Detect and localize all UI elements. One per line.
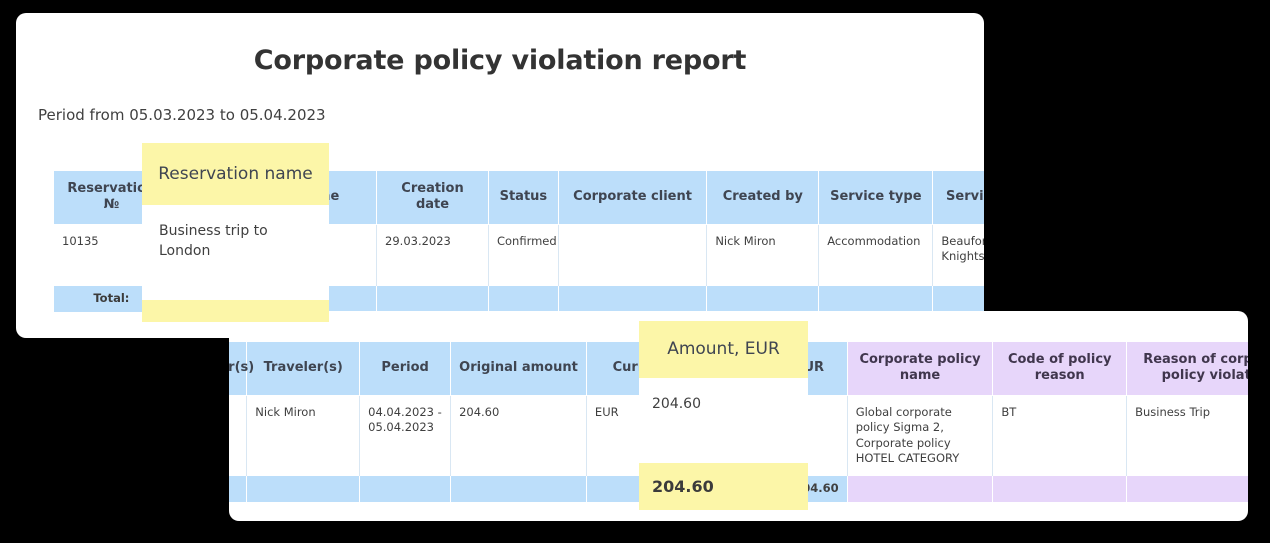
cell-service-type: Accommodation — [818, 224, 934, 286]
cell-travelers: Nick Miron — [246, 395, 361, 476]
callout-reservation-name-value: Business trip to London — [142, 205, 329, 300]
col-creation-date[interactable]: Creation date — [376, 171, 489, 225]
col-travelers[interactable]: Traveler(s) — [246, 342, 361, 396]
total-creation-date — [376, 286, 489, 312]
total-travelers — [246, 475, 361, 502]
page-title: Corporate policy violation report — [253, 45, 747, 76]
total-status — [488, 286, 559, 312]
cell-reason-of-violation: Business Trip — [1126, 395, 1248, 476]
col-traveler-cut[interactable]: Traveler(s) — [229, 342, 254, 396]
total-code-of-policy-reason — [992, 475, 1128, 502]
callout-amount-eur: Amount, EUR 204.60 204.60 — [639, 321, 808, 510]
total-corporate-client — [558, 286, 708, 312]
cell-service-name: Beaufort House - Knightsbridge — [932, 224, 984, 286]
col-period[interactable]: Period — [359, 342, 452, 396]
col-corporate-policy-name[interactable]: Corporate policy name — [847, 342, 994, 396]
col-corporate-client[interactable]: Corporate client — [558, 171, 708, 225]
callout-reservation-name-total — [142, 300, 329, 322]
col-code-of-policy-reason[interactable]: Code of policy reason — [992, 342, 1128, 396]
col-service-name[interactable]: Service name — [932, 171, 984, 225]
total-service-name — [932, 286, 984, 312]
cell-created-by: Nick Miron — [706, 224, 820, 286]
callout-amount-eur-value: 204.60 — [639, 378, 808, 463]
cell-traveler-cut — [229, 395, 248, 476]
cell-creation-date: 29.03.2023 — [376, 224, 489, 286]
total-created-by — [706, 286, 820, 312]
cell-original-amount: 204.60 — [450, 395, 587, 476]
total-traveler-cut — [229, 475, 248, 502]
report-period-label: Period from 05.03.2023 to 05.04.2023 — [38, 106, 326, 124]
callout-reservation-name-header: Reservation name — [142, 143, 329, 205]
col-created-by[interactable]: Created by — [706, 171, 820, 225]
col-status[interactable]: Status — [488, 171, 559, 225]
total-period — [359, 475, 452, 502]
col-service-type[interactable]: Service type — [818, 171, 934, 225]
total-original-amount — [450, 475, 587, 502]
callout-amount-eur-total: 204.60 — [639, 463, 808, 510]
callout-amount-eur-header: Amount, EUR — [639, 321, 808, 378]
cell-corporate-policy-name: Global corporate policy Sigma 2, Corpora… — [847, 395, 994, 476]
total-reason-of-violation — [1126, 475, 1248, 502]
cell-code-of-policy-reason: BT — [992, 395, 1128, 476]
cell-period: 04.04.2023 - 05.04.2023 — [359, 395, 452, 476]
total-service-type — [818, 286, 934, 312]
total-corporate-policy-name — [847, 475, 994, 502]
col-original-amount[interactable]: Original amount — [450, 342, 587, 396]
cell-status: Confirmed — [488, 224, 559, 286]
callout-reservation-name: Reservation name Business trip to London — [142, 143, 329, 322]
cell-corporate-client — [558, 224, 708, 286]
col-reason-of-violation[interactable]: Reason of corporate policy violation — [1126, 342, 1248, 396]
